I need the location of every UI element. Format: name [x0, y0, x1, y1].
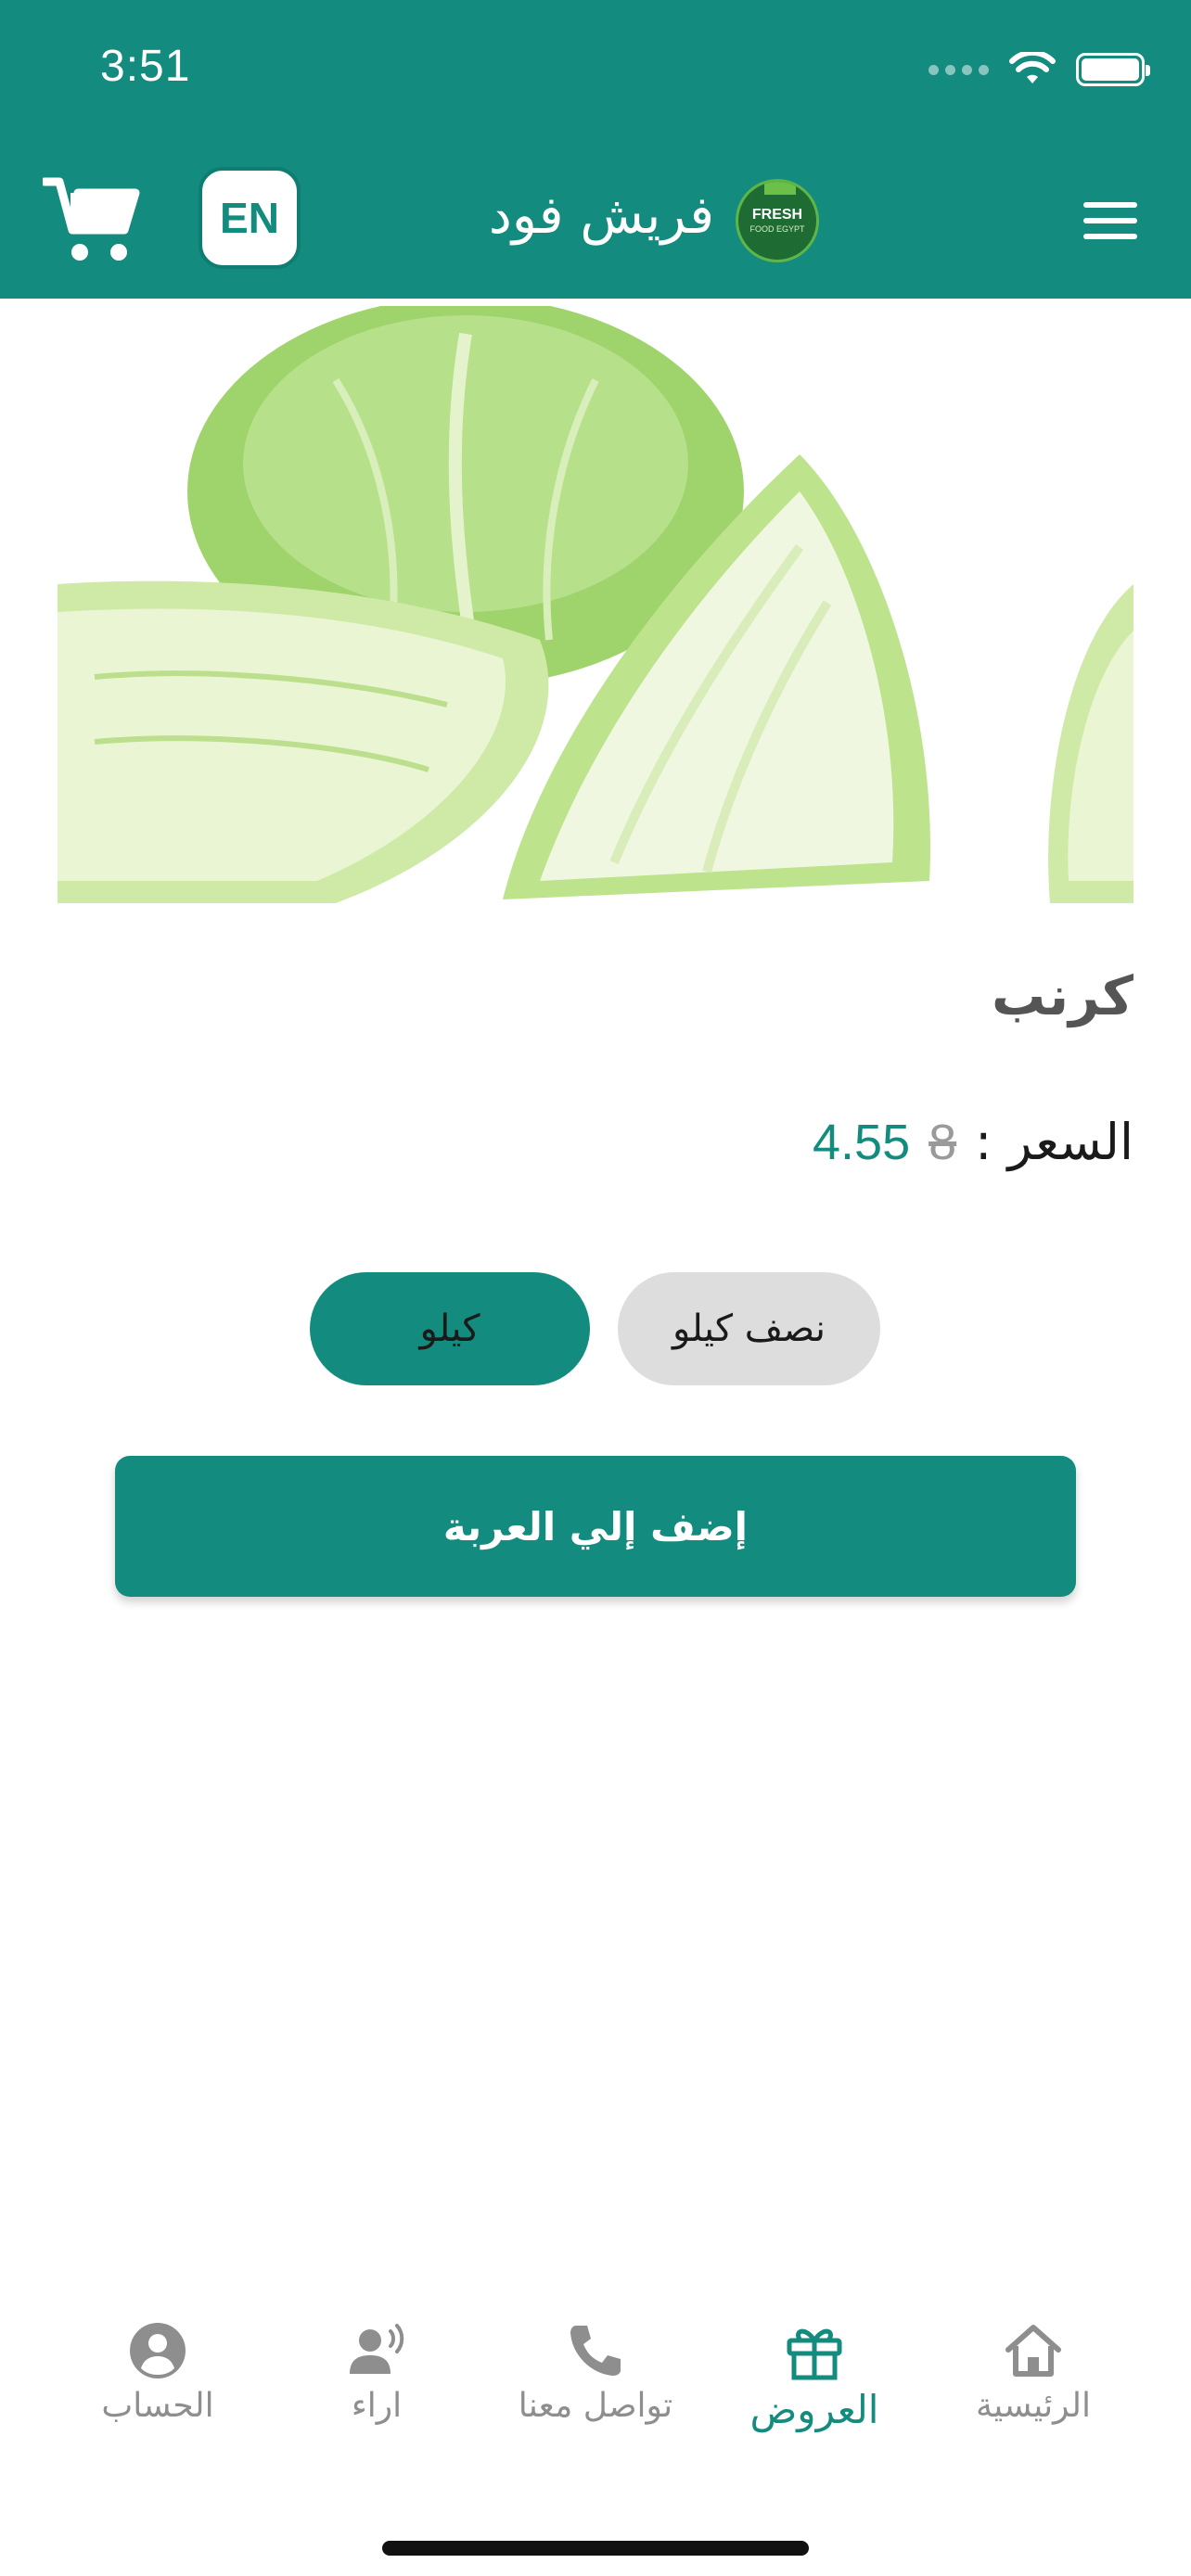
nav-item-account[interactable]: الحساب: [56, 2318, 260, 2425]
gift-icon: [787, 2328, 842, 2380]
status-time: 3:51: [100, 42, 191, 91]
product-image-carousel[interactable]: [58, 306, 1133, 903]
nav-item-home[interactable]: الرئيسية: [931, 2318, 1135, 2425]
battery-icon: [1076, 53, 1150, 86]
nav-label-account: الحساب: [101, 2387, 214, 2425]
nav-label-home: الرئيسية: [976, 2387, 1091, 2425]
bottom-nav: الرئيسية العروض تواصل معنا اراء الحساب: [0, 2318, 1191, 2457]
app-title: فريش فود: [488, 185, 714, 246]
home-icon: [1005, 2325, 1061, 2377]
price-label: السعر :: [975, 1113, 1133, 1171]
phone-icon: [570, 2326, 621, 2376]
nav-label-contact: تواصل معنا: [518, 2387, 673, 2425]
reviews-icon: [350, 2324, 404, 2374]
nav-item-offers[interactable]: العروض: [712, 2318, 916, 2432]
app-header: 3:51 EN فريش فود FRESH FOOD EGYPT: [0, 0, 1191, 299]
signal-icon: [928, 64, 989, 75]
nav-item-contact[interactable]: تواصل معنا: [493, 2318, 698, 2425]
new-price: 4.55: [813, 1115, 911, 1170]
logo-text-bottom: FOOD EGYPT: [749, 224, 805, 234]
add-to-cart-button[interactable]: إضف إلي العربة: [115, 1456, 1076, 1597]
logo-text-top: FRESH: [751, 207, 803, 223]
old-price: 8: [928, 1115, 957, 1170]
product-image: [58, 306, 1133, 903]
home-indicator[interactable]: [382, 2541, 809, 2556]
nav-item-reviews[interactable]: اراء: [275, 2318, 479, 2425]
product-name: كرنب: [992, 964, 1133, 1027]
language-toggle-button[interactable]: EN: [198, 167, 301, 269]
option-half-kilo-button[interactable]: نصف كيلو: [618, 1272, 880, 1385]
option-kilo-button[interactable]: كيلو: [310, 1272, 590, 1385]
status-indicators: [928, 52, 1150, 87]
menu-icon[interactable]: [1083, 202, 1137, 239]
app-logo: FRESH FOOD EGYPT: [736, 179, 819, 262]
account-icon: [130, 2323, 186, 2378]
nav-label-offers: العروض: [749, 2387, 879, 2432]
wifi-icon: [1009, 52, 1056, 83]
nav-label-reviews: اراء: [351, 2387, 403, 2425]
price-row: السعر : 8 4.55: [813, 1113, 1133, 1171]
cart-icon[interactable]: [43, 174, 143, 263]
